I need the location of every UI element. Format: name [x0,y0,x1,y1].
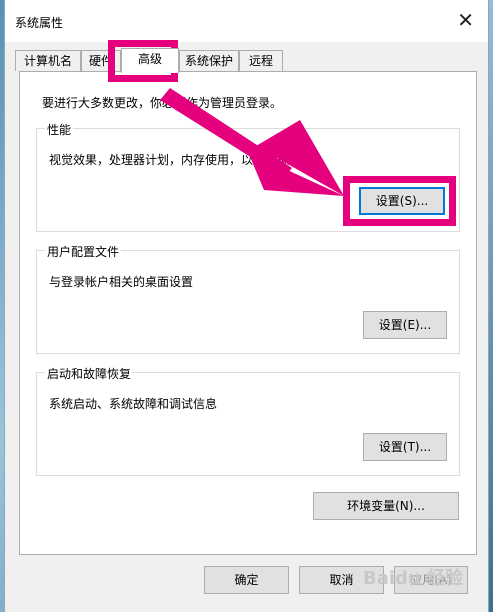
advanced-tab-panel: 要进行大多数更改，你必须作为管理员登录。 性能 视觉效果，处理器计划，内存使用，… [19,71,477,555]
tab-computer-name[interactable]: 计算机名 [15,50,81,71]
user-profiles-description: 与登录帐户相关的桌面设置 [49,275,194,289]
user-profiles-title: 用户配置文件 [45,243,122,260]
tab-advanced[interactable]: 高级 [121,48,179,73]
user-profiles-settings-button[interactable]: 设置(E)... [363,311,447,339]
performance-description: 视觉效果，处理器计划，内存使用，以及虚拟内存 [49,153,314,167]
system-properties-window: 系统属性 ✕ 计算机名 硬件 高级 系统保护 远程 要进行大多数更改，你必须作为… [4,0,489,612]
user-profiles-group: 用户配置文件 与登录帐户相关的桌面设置 设置(E)... [36,243,460,354]
close-icon[interactable]: ✕ [457,8,474,32]
ok-button[interactable]: 确定 [204,566,289,594]
startup-recovery-settings-button[interactable]: 设置(T)... [363,433,447,461]
startup-recovery-description: 系统启动、系统故障和调试信息 [49,397,218,411]
performance-title: 性能 [45,121,74,138]
performance-group: 性能 视觉效果，处理器计划，内存使用，以及虚拟内存 设置(S)... [36,121,460,232]
environment-variables-button[interactable]: 环境变量(N)... [313,492,459,520]
watermark-text: Baidu 经验 [362,568,463,589]
tab-system-protection[interactable]: 系统保护 [179,50,239,71]
window-title: 系统属性 [15,16,64,30]
title-bar: 系统属性 ✕ [5,0,488,42]
startup-recovery-title: 启动和故障恢复 [45,365,134,382]
performance-settings-button[interactable]: 设置(S)... [359,187,445,215]
tab-hardware[interactable]: 硬件 [81,50,121,71]
tab-remote[interactable]: 远程 [239,50,283,71]
admin-note: 要进行大多数更改，你必须作为管理员登录。 [42,96,283,110]
startup-recovery-group: 启动和故障恢复 系统启动、系统故障和调试信息 设置(T)... [36,365,460,476]
